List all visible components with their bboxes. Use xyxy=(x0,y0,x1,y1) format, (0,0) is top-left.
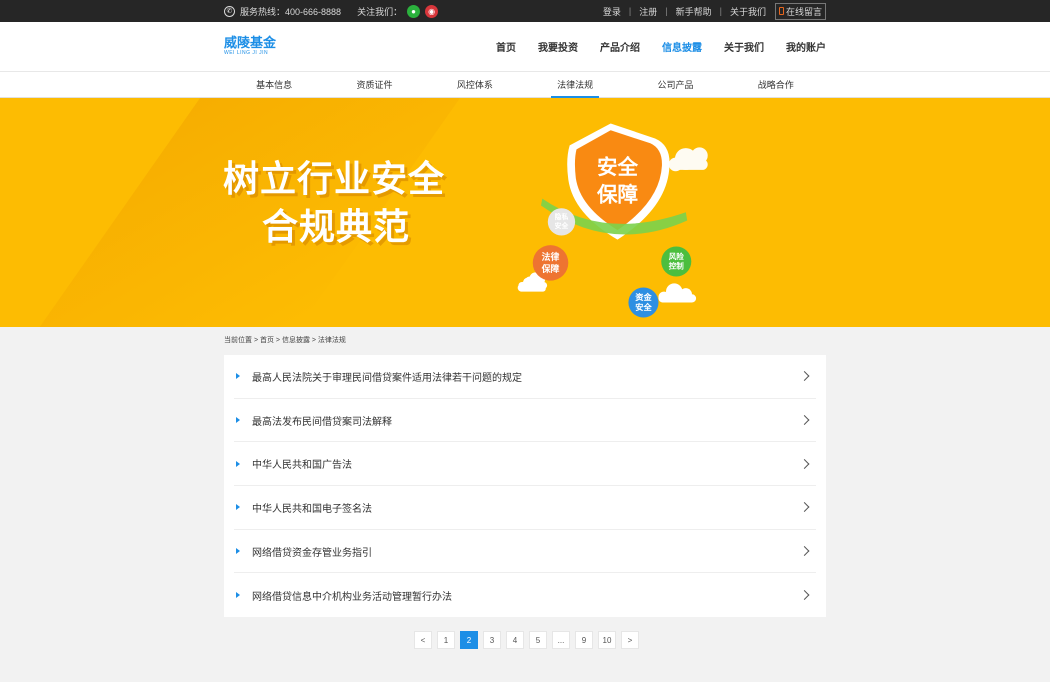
nav-home[interactable]: 首页 xyxy=(496,39,516,54)
nav-products[interactable]: 产品介绍 xyxy=(600,39,640,54)
wechat-icon[interactable]: ● xyxy=(407,4,421,18)
chevron-right-icon xyxy=(799,458,810,469)
chevron-right-icon xyxy=(799,590,810,601)
login-link[interactable]: 登录 xyxy=(603,5,621,18)
logo-cn: 威陵基金 xyxy=(224,35,277,50)
logo-en: WEI LING JI JIN xyxy=(224,50,269,56)
list-item[interactable]: 中华人民共和国电子签名法 xyxy=(234,486,816,530)
bullet-triangle-icon xyxy=(236,548,240,555)
nav-disclosure[interactable]: 信息披露 xyxy=(662,39,702,54)
list-item-title: 中华人民共和国电子签名法 xyxy=(252,503,372,515)
list-item-title: 最高法发布民间借贷案司法解释 xyxy=(252,416,392,428)
breadcrumb: 当前位置 > 首页 > 信息披露 > 法律法规 xyxy=(224,337,346,344)
svg-text:法律: 法律 xyxy=(542,251,560,263)
cloud-br xyxy=(658,283,697,303)
phone-icon: ✆ xyxy=(224,5,235,17)
list-item-title: 网络借贷资金存管业务指引 xyxy=(252,547,372,559)
next-page-button[interactable]: > xyxy=(621,631,639,650)
banner-headline-1: 树立行业安全 xyxy=(223,158,446,199)
shield-text-2: 保障 xyxy=(596,182,638,206)
about-link[interactable]: 关于我们 xyxy=(730,5,766,18)
banner: 树立行业安全 合规典范 安全 保障 隐私 安全 法律 保障 风险 控制 资金 安… xyxy=(0,98,1050,327)
chevron-right-icon xyxy=(799,546,810,557)
subnav-risk-control[interactable]: 风控体系 xyxy=(425,72,525,97)
divider: | xyxy=(719,6,722,16)
divider: | xyxy=(628,6,632,16)
logo[interactable]: 威陵基金 WEI LING JI JIN xyxy=(224,35,277,57)
main-nav: 首页 我要投资 产品介绍 信息披露 关于我们 我的账户 xyxy=(474,22,826,71)
list-item[interactable]: 网络借贷资金存管业务指引 xyxy=(234,530,816,574)
bullet-triangle-icon xyxy=(236,504,240,511)
legal-guarantee-bubble: 法律 保障 xyxy=(532,245,569,281)
prev-page-button[interactable]: < xyxy=(414,631,432,650)
register-link[interactable]: 注册 xyxy=(639,5,657,18)
online-message-label: 在线留言 xyxy=(785,6,822,17)
subnav-certificates[interactable]: 资质证件 xyxy=(324,72,424,97)
list-item[interactable]: 最高法发布民间借贷案司法解释 xyxy=(234,399,816,443)
funds-security-bubble: 资金 安全 xyxy=(628,287,659,318)
header: 威陵基金 WEI LING JI JIN 首页 我要投资 产品介绍 信息披露 关… xyxy=(0,22,1050,71)
risk-control-bubble: 风险 控制 xyxy=(661,246,692,277)
list-item[interactable]: 网络借贷信息中介机构业务活动管理暂行办法 xyxy=(234,573,816,617)
svg-text:控制: 控制 xyxy=(669,260,684,270)
banner-headline-2: 合规典范 xyxy=(262,206,411,247)
list-item[interactable]: 最高人民法院关于审理民间借贷案件适用法律若干问题的规定 xyxy=(234,355,816,399)
cloud-icon xyxy=(668,147,708,172)
page-button[interactable]: 1 xyxy=(437,631,455,650)
list-item-title: 网络借贷信息中介机构业务活动管理暂行办法 xyxy=(252,591,452,603)
mobile-icon xyxy=(778,7,784,15)
page-button[interactable]: 10 xyxy=(598,631,616,650)
svg-text:保障: 保障 xyxy=(541,263,560,275)
svg-text:资金: 资金 xyxy=(635,292,652,302)
divider: | xyxy=(665,6,668,16)
nav-about[interactable]: 关于我们 xyxy=(724,39,764,54)
article-list: 最高人民法院关于审理民间借贷案件适用法律若干问题的规定 最高法发布民间借贷案司法… xyxy=(224,355,826,618)
chevron-right-icon xyxy=(799,502,810,513)
list-item[interactable]: 中华人民共和国广告法 xyxy=(234,442,816,487)
list-item-title: 中华人民共和国广告法 xyxy=(252,460,352,472)
privacy-security-bubble: 隐私 安全 xyxy=(547,208,576,236)
page-button[interactable]: 5 xyxy=(529,631,547,650)
subnav-basic-info[interactable]: 基本信息 xyxy=(224,72,324,97)
follow-label: 关注我们： xyxy=(357,6,403,17)
list-item-title: 最高人民法院关于审理民间借贷案件适用法律若干问题的规定 xyxy=(252,372,522,384)
subnav-partners[interactable]: 战略合作 xyxy=(726,72,826,97)
bullet-triangle-icon xyxy=(236,592,240,599)
pagination: < 1 2 3 4 5 ... 9 10 > xyxy=(3,631,1050,650)
chevron-right-icon xyxy=(799,415,810,425)
online-message-button[interactable]: 在线留言 xyxy=(774,2,826,20)
page-button[interactable]: 4 xyxy=(506,631,524,650)
page-button[interactable]: 3 xyxy=(483,631,501,650)
bullet-triangle-icon xyxy=(236,373,240,380)
svg-text:隐私: 隐私 xyxy=(555,212,569,221)
svg-text:安全: 安全 xyxy=(635,302,652,312)
nav-invest[interactable]: 我要投资 xyxy=(538,39,578,54)
shield-illustration: 安全 保障 隐私 安全 法律 保障 风险 控制 资金 安全 xyxy=(517,123,708,318)
bullet-triangle-icon xyxy=(236,417,240,424)
bullet-triangle-icon xyxy=(236,460,240,467)
subnav-laws[interactable]: 法律法规 xyxy=(525,72,625,98)
chevron-right-icon xyxy=(799,371,810,382)
weibo-icon[interactable]: ◉ xyxy=(425,4,439,18)
sub-nav: 基本信息 资质证件 风控体系 法律法规 公司产品 战略合作 xyxy=(0,71,1050,98)
shield-text-1: 安全 xyxy=(597,155,638,179)
top-bar: ✆ 服务热线：400-666-8888 关注我们： ● ◉ 登录 | 注册 | … xyxy=(0,0,1050,22)
subnav-company-products[interactable]: 公司产品 xyxy=(625,72,725,97)
page-button[interactable]: 9 xyxy=(575,631,593,650)
svg-text:安全: 安全 xyxy=(555,221,569,230)
page-ellipsis: ... xyxy=(552,631,570,650)
help-link[interactable]: 新手帮助 xyxy=(676,5,712,18)
page-button-current[interactable]: 2 xyxy=(460,631,478,650)
hotline-text: 服务热线：400-666-8888 xyxy=(240,6,342,17)
nav-account[interactable]: 我的账户 xyxy=(786,39,826,54)
svg-text:风险: 风险 xyxy=(669,251,684,261)
